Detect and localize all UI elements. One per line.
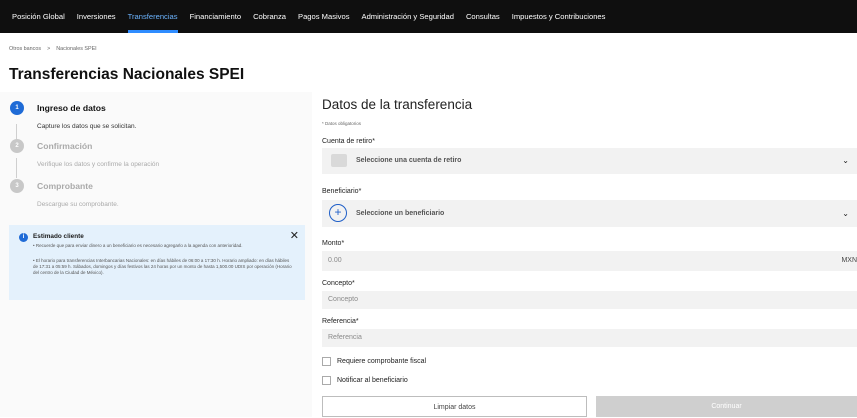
nav-pagos-masivos[interactable]: Pagos Masivos <box>298 0 350 33</box>
notificar-checkbox[interactable] <box>322 376 331 385</box>
step-description: Capture los datos que se solicitan. <box>37 123 137 130</box>
step-title: Confirmación <box>37 141 93 151</box>
info-icon: i <box>19 233 28 242</box>
nav-transferencias[interactable]: Transferencias <box>127 0 178 33</box>
chevron-down-icon: ⌄ <box>842 209 849 218</box>
cuenta-retiro-placeholder: Seleccione una cuenta de retiro <box>356 157 462 164</box>
clear-button[interactable]: Limpiar datos <box>322 396 587 417</box>
info-alert: i Estimado cliente ✕ • Recuerde que para… <box>9 225 305 300</box>
notificar-option[interactable]: Notificar al beneficiario <box>322 376 408 385</box>
step-number: 2 <box>10 139 24 153</box>
alert-text-horario: • El horario para transferencias Interba… <box>33 258 292 275</box>
required-note: * Datos obligatorios <box>322 121 362 126</box>
top-navigation: Posición Global Inversiones Transferenci… <box>0 0 857 33</box>
cuenta-retiro-select[interactable]: Seleccione una cuenta de retiro ⌄ <box>322 148 857 174</box>
concepto-label: Concepto* <box>322 280 355 287</box>
nav-cobranza[interactable]: Cobranza <box>253 0 286 33</box>
alert-title: Estimado cliente <box>33 233 84 240</box>
breadcrumb: Otros bancos > Nacionales SPEI <box>9 46 97 52</box>
breadcrumb-nacionales-spei: Nacionales SPEI <box>56 46 97 52</box>
breadcrumb-separator: > <box>47 46 51 52</box>
concepto-input[interactable]: Concepto <box>322 291 857 309</box>
continue-button[interactable]: Continuar <box>596 396 857 417</box>
nav-administracion-seguridad[interactable]: Administración y Seguridad <box>362 0 454 33</box>
beneficiario-label: Beneficiario* <box>322 188 362 195</box>
referencia-input[interactable]: Referencia <box>322 329 857 347</box>
page-title: Transferencias Nacionales SPEI <box>9 66 245 83</box>
comprobante-fiscal-option[interactable]: Requiere comprobante fiscal <box>322 357 426 366</box>
monto-value: 0.00 <box>328 257 342 264</box>
step-description: Descargue su comprobante. <box>37 201 119 208</box>
nav-financiamiento[interactable]: Financiamiento <box>190 0 242 33</box>
referencia-placeholder: Referencia <box>328 334 362 341</box>
monto-label: Monto* <box>322 240 345 247</box>
step-number: 3 <box>10 179 24 193</box>
step-title: Ingreso de datos <box>37 103 106 113</box>
cuenta-retiro-label: Cuenta de retiro* <box>322 138 375 145</box>
chevron-down-icon: ⌄ <box>842 156 849 165</box>
close-icon[interactable]: ✕ <box>290 229 299 242</box>
step-title: Comprobante <box>37 181 93 191</box>
step-connector <box>16 158 17 178</box>
referencia-label: Referencia* <box>322 318 359 325</box>
step-comprobante: 3 Comprobante Descargue su comprobante. <box>10 179 119 208</box>
comprobante-fiscal-label: Requiere comprobante fiscal <box>337 358 427 365</box>
step-number: 1 <box>10 101 24 115</box>
nav-posicion-global[interactable]: Posición Global <box>12 0 65 33</box>
currency-label: MXN <box>841 257 857 264</box>
step-confirmacion: 2 Confirmación Verifique los datos y con… <box>10 139 159 168</box>
add-beneficiary-icon[interactable]: + <box>329 204 347 222</box>
comprobante-fiscal-checkbox[interactable] <box>322 357 331 366</box>
breadcrumb-otros-bancos[interactable]: Otros bancos <box>9 46 41 52</box>
nav-impuestos[interactable]: Impuestos y Contribuciones <box>512 0 606 33</box>
step-ingreso-datos: 1 Ingreso de datos Capture los datos que… <box>10 101 136 130</box>
concepto-placeholder: Concepto <box>328 296 358 303</box>
beneficiario-placeholder: Seleccione un beneficiario <box>356 210 445 217</box>
nav-consultas[interactable]: Consultas <box>466 0 500 33</box>
beneficiario-select[interactable]: + Seleccione un beneficiario ⌄ <box>322 200 857 227</box>
alert-text-agenda: • Recuerde que para enviar dinero a un b… <box>33 243 243 248</box>
account-card-icon <box>331 154 347 167</box>
monto-input[interactable]: 0.00 MXN <box>322 251 857 271</box>
step-description: Verifique los datos y confirme la operac… <box>37 161 160 168</box>
notificar-label: Notificar al beneficiario <box>337 377 408 384</box>
form-title: Datos de la transferencia <box>322 97 473 112</box>
nav-inversiones[interactable]: Inversiones <box>77 0 116 33</box>
